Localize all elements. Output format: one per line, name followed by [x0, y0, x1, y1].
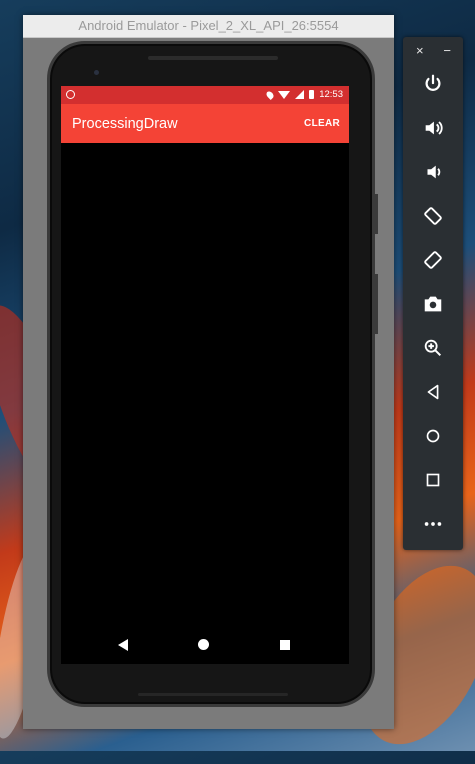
- zoom-button[interactable]: [420, 335, 446, 361]
- device-screen: 12:53 ProcessingDraw CLEAR: [61, 86, 349, 664]
- rotate-left-button[interactable]: [420, 203, 446, 229]
- more-icon: [424, 522, 442, 526]
- status-time: 12:53: [319, 89, 343, 100]
- app-bar: ProcessingDraw CLEAR: [61, 104, 349, 143]
- device-frame: 12:53 ProcessingDraw CLEAR: [47, 41, 378, 707]
- emulator-window: Android Emulator - Pixel_2_XL_API_26:555…: [23, 15, 394, 729]
- volume-up-button[interactable]: [420, 115, 446, 141]
- app-title: ProcessingDraw: [72, 116, 178, 132]
- device-bottom-grille: [138, 693, 288, 696]
- power-button[interactable]: [420, 71, 446, 97]
- battery-icon: [309, 90, 315, 99]
- rotate-right-icon: [424, 251, 442, 269]
- home-button[interactable]: [420, 423, 446, 449]
- more-button[interactable]: [420, 511, 446, 537]
- home-icon: [426, 429, 440, 443]
- volume-down-icon: [427, 165, 441, 179]
- clear-button[interactable]: CLEAR: [304, 118, 340, 129]
- close-button[interactable]: ×: [416, 43, 424, 58]
- location-icon: [265, 89, 276, 100]
- screenshot-button[interactable]: [420, 291, 446, 317]
- notification-icon: [66, 90, 75, 99]
- home-icon[interactable]: [198, 639, 209, 650]
- volume-up-icon: [425, 121, 443, 135]
- navigation-bar: [61, 624, 349, 664]
- device-side-button: [375, 274, 378, 334]
- wifi-icon: [278, 90, 291, 99]
- volume-down-button[interactable]: [420, 159, 446, 185]
- overview-icon: [426, 473, 440, 487]
- front-camera: [94, 70, 99, 75]
- back-icon: [427, 384, 439, 400]
- status-icons: 12:53: [265, 89, 343, 100]
- back-icon[interactable]: [118, 639, 128, 651]
- rotate-left-icon: [424, 207, 442, 225]
- camera-icon: [424, 296, 442, 312]
- toolbar-header: × −: [403, 43, 463, 59]
- status-bar: 12:53: [61, 86, 349, 104]
- device-side-button: [375, 194, 378, 234]
- rotate-right-button[interactable]: [420, 247, 446, 273]
- overview-button[interactable]: [420, 467, 446, 493]
- speaker-grille: [148, 56, 278, 60]
- zoom-in-icon: [424, 339, 442, 357]
- window-title: Android Emulator - Pixel_2_XL_API_26:555…: [23, 15, 394, 38]
- emulator-toolbar: × −: [403, 37, 463, 550]
- minimize-button[interactable]: −: [443, 43, 451, 58]
- back-button[interactable]: [420, 379, 446, 405]
- signal-icon: [295, 90, 305, 99]
- power-icon: [425, 74, 441, 91]
- drawing-canvas[interactable]: [61, 143, 349, 664]
- overview-icon[interactable]: [280, 640, 290, 650]
